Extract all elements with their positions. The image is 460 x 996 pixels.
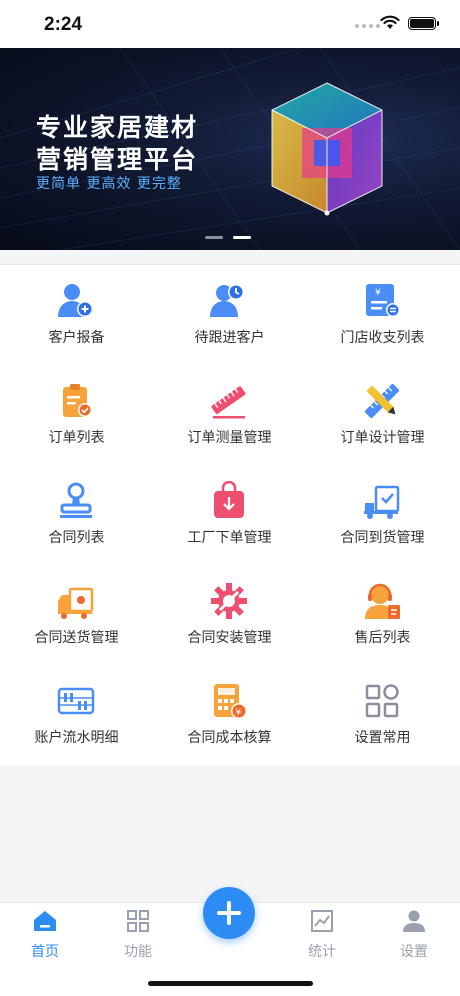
- grid-settings-icon: [365, 684, 399, 718]
- status-bar: 2:24: [0, 0, 460, 48]
- banner-title-line1: 专业家居建材: [36, 113, 199, 142]
- banner-pager[interactable]: [205, 236, 251, 239]
- stamp-icon: [60, 482, 92, 518]
- tab-label: 统计: [308, 944, 336, 960]
- menu-item-label: 合同到货管理: [340, 530, 425, 546]
- menu-item-factory-order[interactable]: 工厂下单管理: [153, 465, 306, 565]
- wifi-icon: [380, 15, 400, 29]
- tab-label: 设置: [400, 944, 428, 960]
- menu-item-label: 订单设计管理: [340, 430, 425, 446]
- customer-add-icon: [58, 284, 93, 317]
- menu-item-after-sales[interactable]: 售后列表: [306, 565, 459, 665]
- menu-item-account-flow[interactable]: 账户流水明细: [0, 665, 153, 765]
- menu-item-customer-report[interactable]: 客户报备: [0, 265, 153, 365]
- ruler-icon: [211, 386, 246, 419]
- menu-item-label: 工厂下单管理: [187, 530, 272, 546]
- menu-item-label: 订单列表: [48, 430, 105, 446]
- menu-item-pending-customers[interactable]: 待跟进客户: [153, 265, 306, 365]
- menu-item-label: 售后列表: [354, 630, 411, 646]
- tab-settings[interactable]: 设置: [384, 909, 444, 961]
- customer-followup-icon: [210, 284, 244, 317]
- home-icon: [34, 911, 56, 931]
- user-icon: [403, 910, 425, 932]
- install-gear-icon: [211, 583, 247, 619]
- svg-text:¥: ¥: [236, 708, 242, 718]
- status-time: 2:24: [44, 14, 83, 35]
- factory-bag-icon: [214, 481, 244, 518]
- customer-service-icon: [365, 583, 400, 619]
- tab-label: 首页: [31, 944, 59, 960]
- design-tools-icon: [364, 383, 400, 419]
- function-grid: 客户报备 待跟进客户 ¥ 门店收支列表 订单列表 订单测量管理 订单设计管理 合…: [0, 264, 460, 766]
- menu-item-store-finance[interactable]: ¥ 门店收支列表: [306, 265, 459, 365]
- menu-item-label: 合同列表: [48, 530, 105, 546]
- abacus-icon: [57, 687, 95, 715]
- tab-label: 功能: [124, 944, 152, 960]
- menu-item-order-list[interactable]: 订单列表: [0, 365, 153, 465]
- menu-item-label: 合同安装管理: [187, 630, 272, 646]
- grid-icon: [127, 910, 149, 932]
- menu-item-label: 设置常用: [354, 730, 411, 746]
- delivery-truck-icon: [58, 587, 94, 619]
- menu-item-label: 合同成本核算: [187, 730, 272, 746]
- store-finance-icon: ¥: [366, 284, 400, 317]
- menu-item-label: 客户报备: [48, 330, 105, 346]
- menu-item-label: 合同送货管理: [34, 630, 119, 646]
- home-indicator: [148, 981, 313, 986]
- menu-item-order-measure[interactable]: 订单测量管理: [153, 365, 306, 465]
- menu-item-label: 门店收支列表: [340, 330, 425, 346]
- signal-dots-icon: [355, 24, 380, 28]
- add-button[interactable]: [203, 887, 255, 939]
- menu-item-label: 订单测量管理: [187, 430, 272, 446]
- menu-item-order-design[interactable]: 订单设计管理: [306, 365, 459, 465]
- order-list-icon: [63, 384, 92, 417]
- battery-icon: [408, 17, 439, 30]
- delivery-arrival-icon: [364, 485, 400, 519]
- menu-item-label: 待跟进客户: [194, 330, 265, 346]
- promo-banner[interactable]: 专业家居建材 营销管理平台 更简单 更高效 更完整: [0, 48, 460, 250]
- tab-home[interactable]: 首页: [15, 909, 75, 961]
- menu-item-contract-cost[interactable]: ¥ 合同成本核算: [153, 665, 306, 765]
- menu-item-settings-common[interactable]: 设置常用: [306, 665, 459, 765]
- menu-item-label: 账户流水明细: [34, 730, 119, 746]
- calculator-icon: ¥: [214, 684, 247, 719]
- menu-item-contract-install[interactable]: 合同安装管理: [153, 565, 306, 665]
- svg-text:¥: ¥: [375, 288, 381, 298]
- menu-item-contract-delivery[interactable]: 合同送货管理: [0, 565, 153, 665]
- tab-functions[interactable]: 功能: [108, 909, 168, 961]
- plus-icon: [217, 901, 241, 925]
- menu-item-contract-list[interactable]: 合同列表: [0, 465, 153, 565]
- menu-item-contract-arrival[interactable]: 合同到货管理: [306, 465, 459, 565]
- chart-icon: [311, 910, 333, 932]
- cube-graphic-icon: [271, 82, 383, 216]
- banner-subtitle: 更简单 更高效 更完整: [36, 176, 182, 192]
- banner-title-line2: 营销管理平台: [36, 145, 199, 174]
- tab-statistics[interactable]: 统计: [292, 909, 352, 961]
